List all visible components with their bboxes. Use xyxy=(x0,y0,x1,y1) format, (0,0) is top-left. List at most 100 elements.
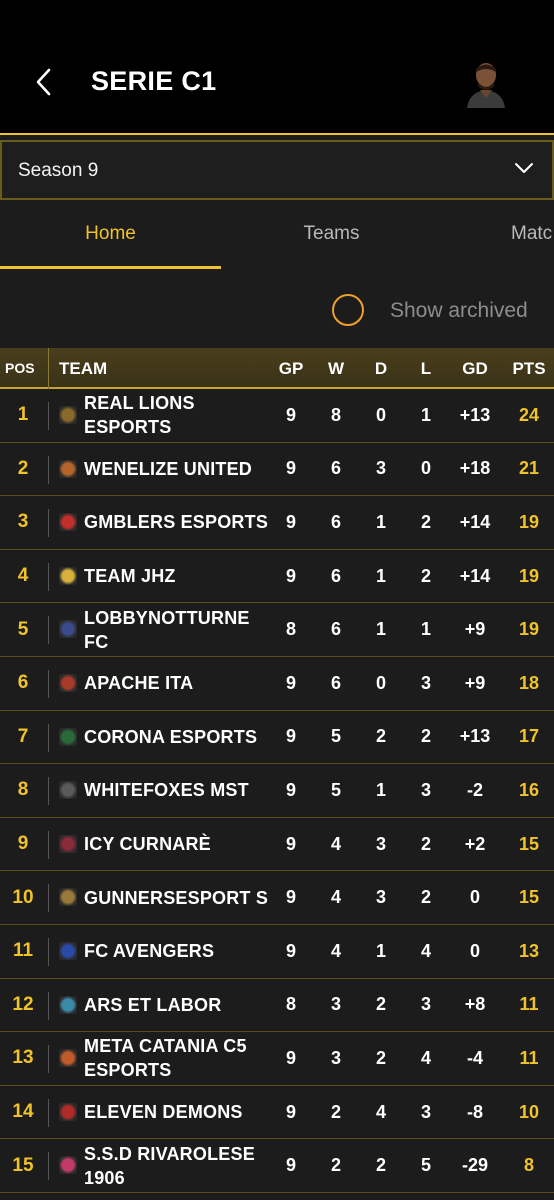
row-position: 6 xyxy=(17,672,29,694)
games-played: 9 xyxy=(285,833,296,854)
points: 18 xyxy=(518,672,540,693)
team-name: WHITEFOXES MST xyxy=(84,780,249,801)
column-header-pts[interactable]: PTS xyxy=(507,359,551,379)
team-name: ICY CURNARÈ xyxy=(84,834,211,855)
column-header-gp[interactable]: GP xyxy=(271,359,311,379)
table-row[interactable]: 11 FC AVENGERS 9 4 1 4 0 13 xyxy=(0,925,554,979)
team-name: REAL LIONS ESPORTS xyxy=(84,393,195,438)
row-divider xyxy=(48,723,49,752)
wins: 3 xyxy=(330,1047,341,1068)
losses: 3 xyxy=(420,1101,431,1122)
team-logo-icon xyxy=(59,888,77,907)
games-played: 9 xyxy=(285,672,296,693)
games-played: 8 xyxy=(285,994,296,1015)
team-logo-icon xyxy=(59,1049,77,1068)
team-logo-icon xyxy=(59,941,77,960)
team-name: LOBBYNOTTURNE FC xyxy=(84,607,250,652)
column-header-pos[interactable]: POS xyxy=(5,360,35,376)
team-name: WENELIZE UNITED xyxy=(84,458,252,479)
row-position: 7 xyxy=(17,725,29,747)
row-position: 5 xyxy=(17,618,29,640)
table-header: POS TEAM GP W D L GD PTS xyxy=(0,348,554,389)
draws: 2 xyxy=(375,994,386,1015)
table-row[interactable]: 7 CORONA ESPORTS 9 5 2 2 +13 17 xyxy=(0,711,554,765)
draws: 3 xyxy=(375,458,386,479)
table-row[interactable]: 12 ARS ET LABOR 8 3 2 3 +8 11 xyxy=(0,979,554,1033)
chevron-left-icon xyxy=(36,68,51,96)
column-header-gd[interactable]: GD xyxy=(447,359,503,379)
column-header-w[interactable]: W xyxy=(316,359,356,379)
row-divider xyxy=(48,616,49,645)
goal-difference: -4 xyxy=(466,1047,483,1068)
draws: 1 xyxy=(375,619,386,640)
column-header-d[interactable]: D xyxy=(361,359,401,379)
team-logo-icon xyxy=(59,727,77,746)
team-logo-icon xyxy=(59,1156,77,1175)
table-row[interactable]: 13 META CATANIA C5 ESPORTS 9 3 2 4 -4 11 xyxy=(0,1032,554,1086)
goal-difference: -29 xyxy=(461,1155,488,1176)
goal-difference: +13 xyxy=(459,404,491,425)
goal-difference: 0 xyxy=(469,940,480,961)
table-row[interactable]: 10 GUNNERSESPORT S 9 4 3 2 0 15 xyxy=(0,871,554,925)
draws: 0 xyxy=(375,404,386,425)
tab-home[interactable]: Home xyxy=(0,200,221,268)
show-archived-toggle[interactable]: Show archived xyxy=(0,270,554,350)
points: 13 xyxy=(518,940,540,961)
draws: 1 xyxy=(375,779,386,800)
goal-difference: -2 xyxy=(466,779,483,800)
losses: 4 xyxy=(420,1047,431,1068)
goal-difference: 0 xyxy=(469,887,480,908)
table-row[interactable]: 14 ELEVEN DEMONS 9 2 4 3 -8 10 xyxy=(0,1086,554,1140)
points: 11 xyxy=(519,1047,539,1068)
season-dropdown[interactable]: Season 9 xyxy=(0,140,554,200)
goal-difference: +2 xyxy=(464,833,486,854)
wins: 3 xyxy=(330,994,341,1015)
row-divider xyxy=(48,884,49,913)
games-played: 9 xyxy=(285,511,296,532)
table-row[interactable]: 6 APACHE ITA 9 6 0 3 +9 18 xyxy=(0,657,554,711)
table-row[interactable]: 1 REAL LIONS ESPORTS 9 8 0 1 +13 24 xyxy=(0,389,554,443)
tab-teams[interactable]: Teams xyxy=(221,200,442,268)
games-played: 9 xyxy=(285,887,296,908)
table-row[interactable]: 3 GMBLERS ESPORTS 9 6 1 2 +14 19 xyxy=(0,496,554,550)
table-row[interactable]: 8 WHITEFOXES MST 9 5 1 3 -2 16 xyxy=(0,764,554,818)
games-played: 9 xyxy=(285,1101,296,1122)
team-logo-icon xyxy=(59,513,77,532)
back-button[interactable] xyxy=(22,60,66,104)
draws: 2 xyxy=(375,726,386,747)
team-logo-icon xyxy=(59,620,77,639)
points: 16 xyxy=(518,779,540,800)
column-header-team[interactable]: TEAM xyxy=(59,359,107,379)
season-value: Season 9 xyxy=(18,160,99,181)
goal-difference: -8 xyxy=(466,1101,483,1122)
team-logo-icon xyxy=(59,995,77,1014)
table-row[interactable]: 4 TEAM JHZ 9 6 1 2 +14 19 xyxy=(0,550,554,604)
table-row[interactable]: 2 WENELIZE UNITED 9 6 3 0 +18 21 xyxy=(0,443,554,497)
row-divider xyxy=(48,777,49,806)
losses: 2 xyxy=(420,565,431,586)
wins: 2 xyxy=(330,1155,341,1176)
losses: 2 xyxy=(420,887,431,908)
table-row[interactable]: 5 LOBBYNOTTURNE FC 8 6 1 1 +9 19 xyxy=(0,603,554,657)
column-header-l[interactable]: L xyxy=(406,359,446,379)
row-divider xyxy=(48,1098,49,1127)
draws: 2 xyxy=(375,1155,386,1176)
team-name: APACHE ITA xyxy=(84,673,194,694)
tab-matches[interactable]: Matc xyxy=(511,200,554,268)
losses: 2 xyxy=(420,833,431,854)
table-row[interactable]: 15 S.S.D RIVAROLESE 1906 9 2 2 5 -29 8 xyxy=(0,1139,554,1193)
points xyxy=(507,1193,551,1200)
games-played: 8 xyxy=(285,619,296,640)
team-logo-icon xyxy=(59,834,77,853)
games-played: 9 xyxy=(285,458,296,479)
team-name: META CATANIA C5 ESPORTS xyxy=(84,1036,247,1081)
avatar[interactable] xyxy=(463,58,509,108)
team-logo-icon xyxy=(59,781,77,800)
table-row[interactable]: 16 IMPERIALE xyxy=(0,1193,554,1200)
draws: 1 xyxy=(375,940,386,961)
wins: 2 xyxy=(330,1101,341,1122)
table-row[interactable]: 9 ICY CURNARÈ 9 4 3 2 +2 15 xyxy=(0,818,554,872)
row-divider xyxy=(48,509,49,538)
archived-radio[interactable] xyxy=(332,294,364,326)
active-tab-indicator xyxy=(0,266,221,269)
